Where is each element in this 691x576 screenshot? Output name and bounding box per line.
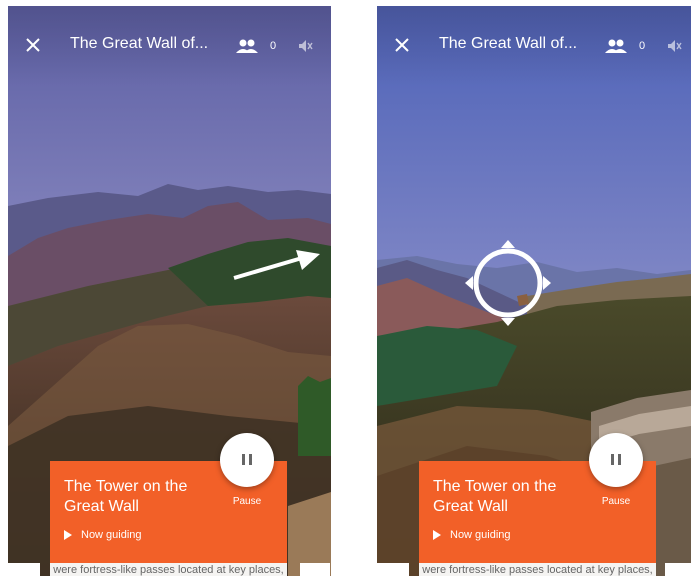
left-card-edge: [377, 563, 409, 576]
description-sheet[interactable]: were fortress-like passes located at key…: [419, 563, 656, 576]
pause-label: Pause: [232, 496, 262, 507]
phone-screen-right: The Great Wall of... 0 The Tower on the …: [377, 6, 691, 576]
close-icon[interactable]: [393, 36, 411, 54]
right-card-edge: [300, 563, 330, 576]
pause-icon: [611, 454, 614, 465]
pause-button[interactable]: [220, 433, 274, 487]
play-icon: [433, 530, 441, 541]
people-icon[interactable]: [605, 39, 627, 53]
close-icon[interactable]: [24, 36, 42, 54]
people-icon[interactable]: [236, 39, 258, 53]
page-title: The Great Wall of...: [439, 35, 578, 52]
page-title: The Great Wall of...: [70, 35, 209, 52]
pause-label: Pause: [601, 496, 631, 507]
guide-status: Now guiding: [64, 529, 142, 541]
left-card-edge: [8, 563, 40, 576]
description-sheet[interactable]: were fortress-like passes located at key…: [50, 563, 287, 576]
arrow-right-icon: [233, 250, 320, 280]
play-icon: [64, 530, 72, 541]
description-text: were fortress-like passes located at key…: [53, 564, 284, 576]
mute-icon[interactable]: [666, 38, 682, 54]
guide-status: Now guiding: [433, 529, 511, 541]
phone-screen-left: The Great Wall of... 0 The Tower on the …: [8, 6, 331, 576]
status-label: Now guiding: [81, 529, 142, 541]
card-title: The Tower on the Great Wall: [64, 478, 188, 515]
description-text: were fortress-like passes located at key…: [422, 564, 653, 576]
pause-button[interactable]: [589, 433, 643, 487]
card-title: The Tower on the Great Wall: [433, 478, 557, 515]
compass-icon[interactable]: [463, 238, 553, 328]
viewer-count: 0: [639, 40, 646, 52]
mute-icon[interactable]: [297, 38, 313, 54]
viewer-count: 0: [270, 40, 277, 52]
right-card-edge: [665, 563, 691, 576]
status-label: Now guiding: [450, 529, 511, 541]
pause-icon: [242, 454, 245, 465]
